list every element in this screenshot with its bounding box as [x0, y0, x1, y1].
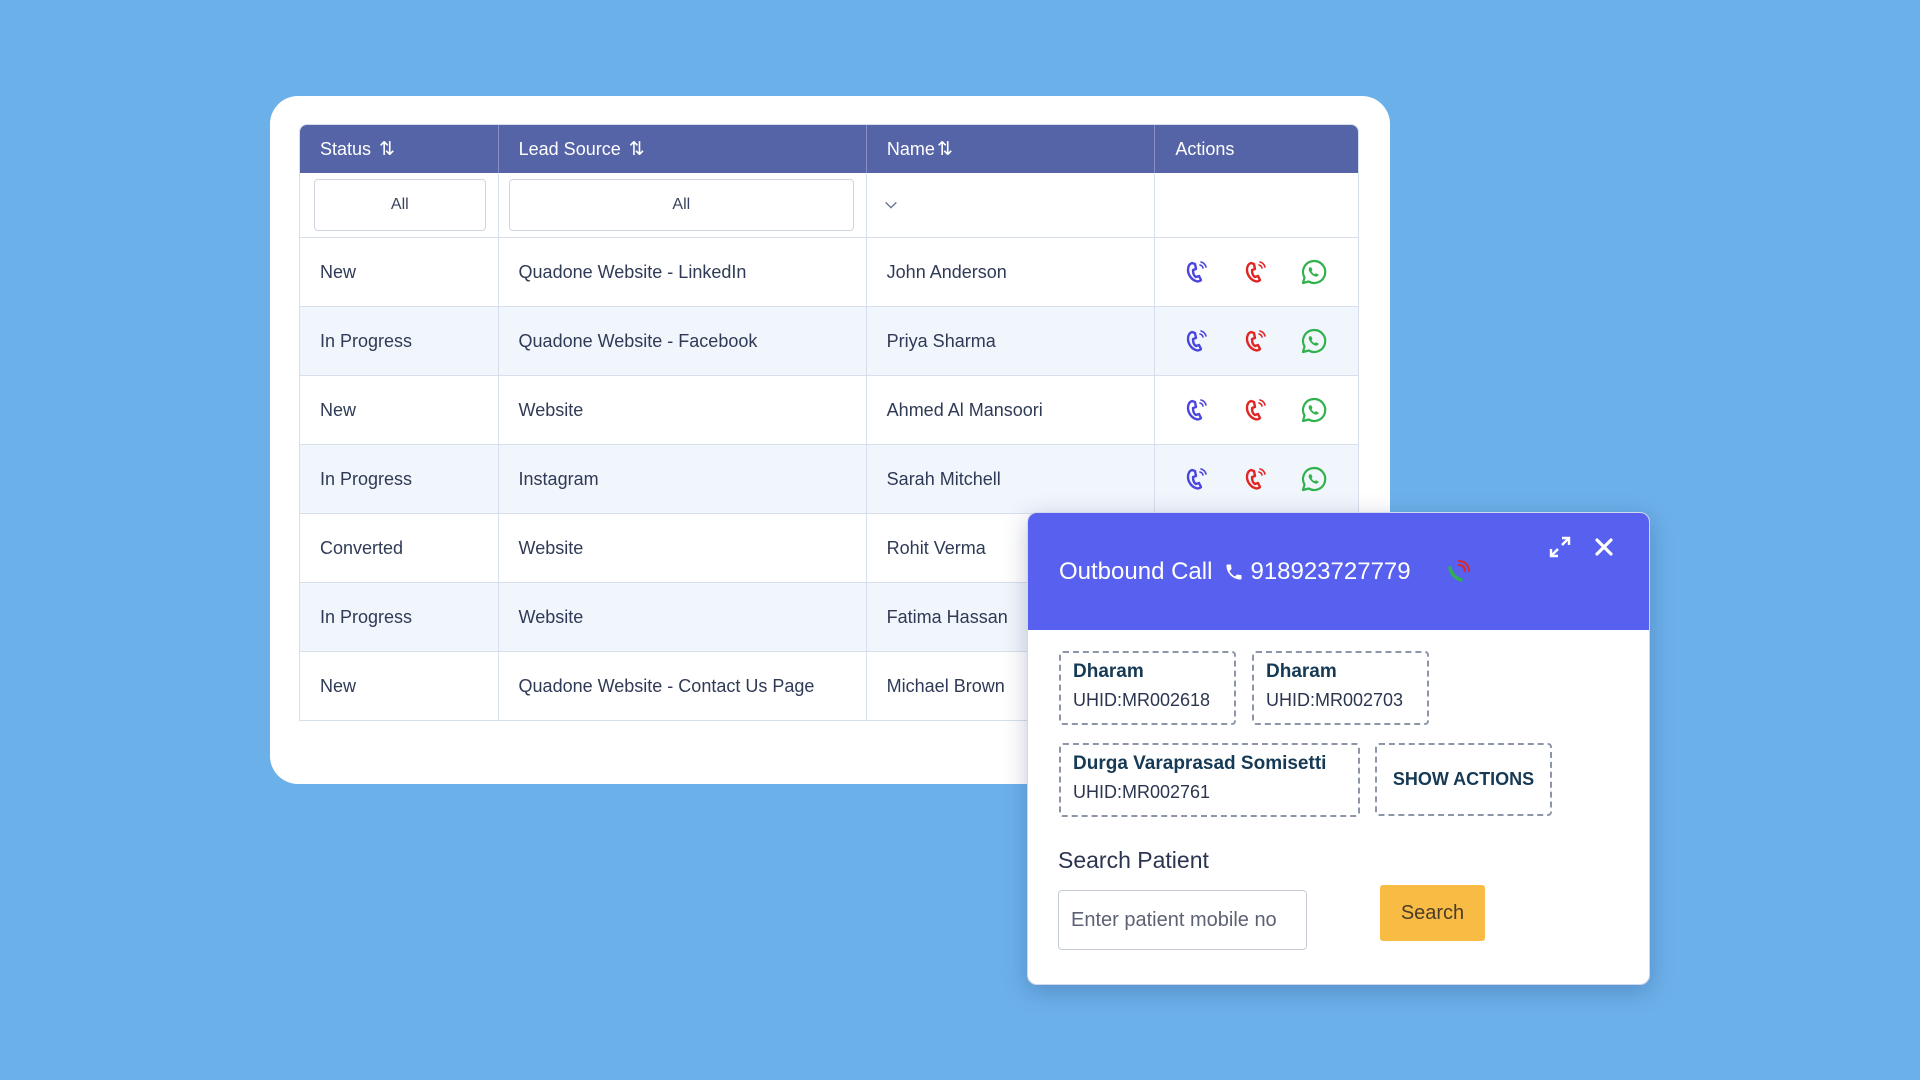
header-name[interactable]: Name ⇅	[867, 125, 1156, 173]
sort-icon[interactable]: ⇅	[379, 138, 395, 161]
dialog-header: Outbound Call 918923727779	[1028, 513, 1649, 630]
patient-card[interactable]: Durga Varaprasad Somisetti UHID:MR002761	[1059, 743, 1360, 817]
actions-cell	[1155, 307, 1358, 375]
sort-icon[interactable]: ⇅	[937, 138, 953, 161]
header-status[interactable]: Status ⇅	[300, 125, 499, 173]
table-row: In Progress Quadone Website - Facebook Pri…	[300, 307, 1358, 376]
phone-icon	[1226, 564, 1242, 579]
lead-source-cell: Website	[499, 583, 867, 651]
actions-cell	[1155, 445, 1358, 513]
patient-uhid: UHID:MR002618	[1073, 690, 1211, 710]
table-header: Status ⇅ Lead Source ⇅ Name ⇅ Actions	[300, 125, 1358, 173]
lead-source-cell: Website	[499, 514, 867, 582]
outbound-call-dialog: Outbound Call 918923727779 Dharam UHID:M…	[1027, 512, 1650, 985]
actions-cell	[1155, 376, 1358, 444]
patient-uhid: UHID:MR002703	[1266, 690, 1404, 710]
call-icon[interactable]	[1181, 461, 1240, 497]
lead-source-filter-cell: All	[499, 173, 867, 237]
phone-ring-icon[interactable]	[1240, 254, 1299, 290]
status-cell: New	[300, 238, 499, 306]
phone-ring-icon[interactable]	[1240, 461, 1299, 497]
lead-source-cell: Website	[499, 376, 867, 444]
patient-name: Durga Varaprasad Somisetti	[1073, 753, 1327, 774]
show-actions-button[interactable]: SHOW ACTIONS	[1375, 743, 1552, 816]
search-patient-label: Search Patient	[1058, 847, 1209, 873]
patient-mobile-input[interactable]	[1058, 890, 1307, 950]
name-cell: John Anderson	[867, 238, 1155, 306]
patient-uhid: UHID:MR002761	[1073, 782, 1211, 802]
status-cell: New	[300, 376, 499, 444]
name-cell: Sarah Mitchell	[867, 445, 1155, 513]
call-icon[interactable]	[1181, 254, 1240, 290]
header-lead-source[interactable]: Lead Source ⇅	[499, 125, 867, 173]
name-filter-cell[interactable]	[867, 173, 1156, 237]
header-actions: Actions	[1175, 138, 1235, 159]
patient-card[interactable]: Dharam UHID:MR002618	[1059, 651, 1236, 725]
table-row: New Quadone Website - LinkedIn John Anders…	[300, 238, 1358, 307]
actions-filter-cell	[1155, 173, 1358, 237]
chevron-down-icon[interactable]	[881, 196, 899, 214]
whatsapp-icon[interactable]	[1299, 392, 1358, 428]
name-cell: Priya Sharma	[867, 307, 1155, 375]
search-button[interactable]: Search	[1380, 885, 1485, 941]
call-icon[interactable]	[1181, 323, 1240, 359]
whatsapp-icon[interactable]	[1299, 254, 1358, 290]
status-cell: Converted	[300, 514, 499, 582]
table-row: In Progress Instagram Sarah Mitchell	[300, 445, 1358, 514]
status-cell: In Progress	[300, 445, 499, 513]
lead-source-cell: Quadone Website - LinkedIn	[499, 238, 867, 306]
dialog-title: Outbound Call	[1059, 557, 1213, 585]
status-filter[interactable]: All	[314, 179, 486, 231]
phone-ring-icon[interactable]	[1240, 392, 1299, 428]
status-cell: In Progress	[300, 583, 499, 651]
name-cell: Ahmed Al Mansoori	[867, 376, 1155, 444]
lead-source-cell: Quadone Website - Facebook	[499, 307, 867, 375]
lead-source-cell: Instagram	[499, 445, 867, 513]
lead-source-filter[interactable]: All	[508, 179, 854, 231]
status-cell: In Progress	[300, 307, 499, 375]
table-row: New Website Ahmed Al Mansoori	[300, 376, 1358, 445]
sort-icon[interactable]: ⇅	[629, 138, 645, 161]
status-filter-cell: All	[300, 173, 499, 237]
whatsapp-icon[interactable]	[1299, 323, 1358, 359]
close-icon[interactable]	[1590, 533, 1618, 561]
call-number: 918923727779	[1250, 557, 1411, 585]
patient-card[interactable]: Dharam UHID:MR002703	[1252, 651, 1429, 725]
actions-cell	[1155, 238, 1358, 306]
call-icon[interactable]	[1181, 392, 1240, 428]
patient-name: Dharam	[1073, 661, 1144, 682]
lead-source-cell: Quadone Website - Contact Us Page	[499, 652, 867, 720]
status-cell: New	[300, 652, 499, 720]
ringing-icon	[1447, 559, 1470, 582]
patient-name: Dharam	[1266, 661, 1337, 682]
filter-row: All All	[300, 173, 1358, 238]
expand-icon[interactable]	[1546, 533, 1574, 561]
whatsapp-icon[interactable]	[1299, 461, 1358, 497]
phone-ring-icon[interactable]	[1240, 323, 1299, 359]
